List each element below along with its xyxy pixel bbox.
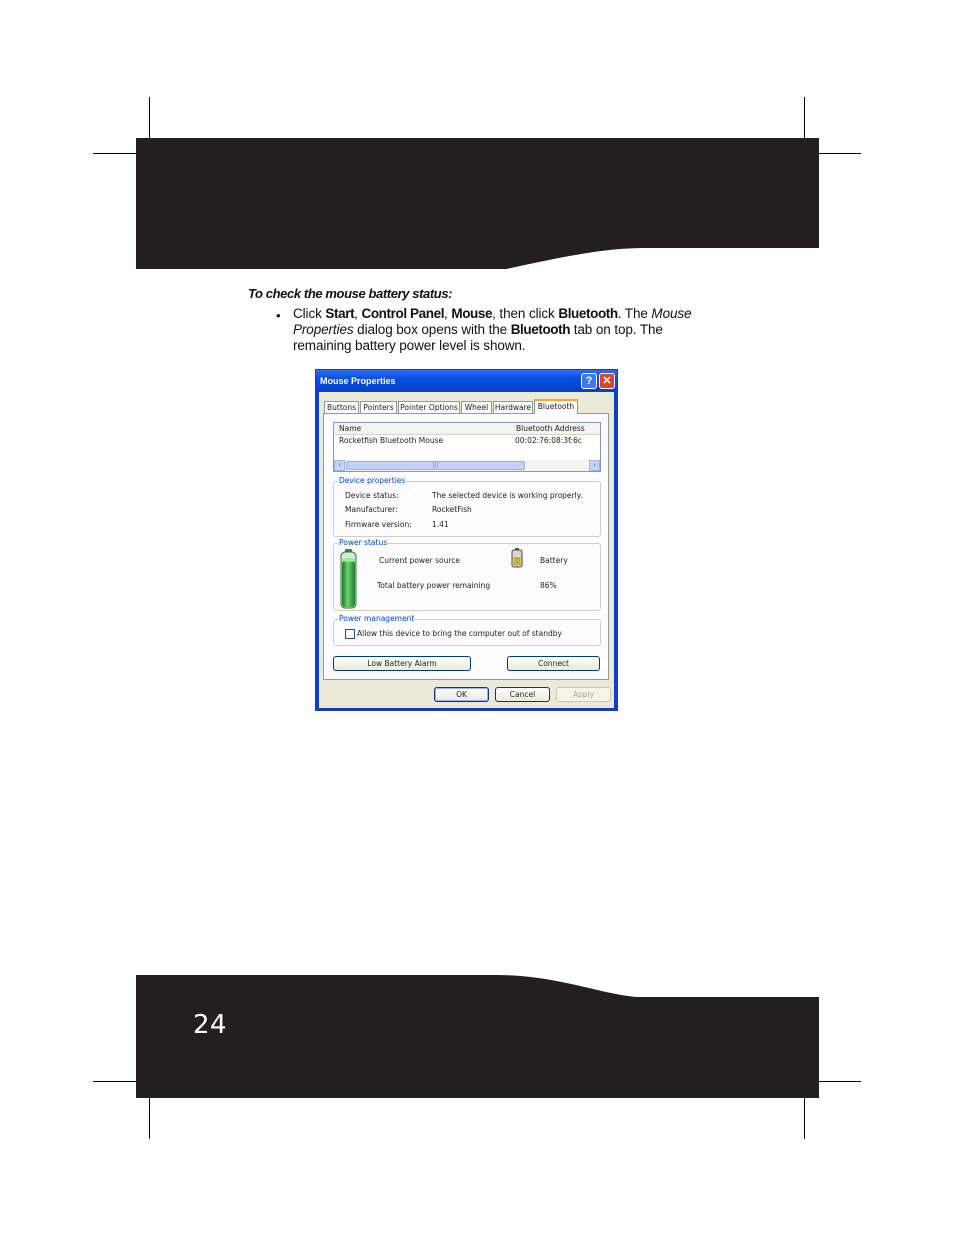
connect-button[interactable]: Connect [507, 656, 600, 671]
step-keyword-bluetooth: Bluetooth [558, 306, 618, 321]
page-number: 24 [193, 1010, 228, 1040]
step-keyword-start: Start [325, 306, 355, 321]
bullet-marker: • [276, 308, 281, 323]
standby-checkbox-label[interactable]: Allow this device to bring the computer … [357, 629, 562, 638]
tab-buttons[interactable]: Buttons [324, 401, 359, 413]
column-header-address[interactable]: Bluetooth Address [516, 424, 585, 433]
battery-remaining-value: 86% [540, 581, 557, 590]
cancel-button[interactable]: Cancel [495, 687, 550, 702]
mouse-properties-dialog: Mouse Properties ? ✕ Buttons Pointers Po… [315, 369, 618, 711]
step-text: . The [617, 306, 652, 321]
device-address: 00:02:76:08:3f:6c [515, 436, 582, 445]
crop-mark-bottom-left-vertical [149, 1097, 150, 1139]
scroll-thumb[interactable]: ||| [346, 461, 525, 470]
crop-mark-top-right-vertical [804, 97, 805, 139]
dialog-client-area: Buttons Pointers Pointer Options Wheel H… [319, 392, 614, 708]
manufacturer-value: RocketFish [432, 505, 472, 514]
step-text: , then click [492, 306, 559, 321]
device-status-label: Device status: [345, 491, 399, 500]
power-source-value: Battery [540, 556, 568, 565]
power-status-group: Power status Current power source Batter… [333, 538, 601, 611]
step-keyword-mouse: Mouse [451, 306, 493, 321]
battery-fill [342, 560, 355, 607]
tab-wheel[interactable]: Wheel [461, 401, 492, 413]
power-status-title: Power status [338, 538, 389, 547]
device-row[interactable]: Rocketfish Bluetooth Mouse 00:02:76:08:3… [334, 435, 600, 446]
tab-pointer-options[interactable]: Pointer Options [398, 401, 460, 413]
scroll-right-icon[interactable]: › [589, 460, 600, 471]
device-properties-title: Device properties [338, 476, 407, 485]
standby-checkbox[interactable] [345, 629, 355, 639]
tab-hardware[interactable]: Hardware [493, 401, 533, 413]
power-management-title: Power management [338, 614, 416, 623]
procedure-heading: To check the mouse battery status: [248, 286, 453, 301]
procedure-step: Click Start, Control Panel, Mouse, then … [293, 306, 703, 354]
device-properties-group: Device properties Device status: The sel… [333, 476, 601, 537]
device-status-value: The selected device is working properly. [432, 491, 583, 500]
power-source-label: Current power source [379, 556, 461, 565]
crop-mark-bottom-right-vertical [804, 1097, 805, 1139]
battery-remaining-label: Total battery power remaining [377, 581, 491, 590]
tab-bluetooth[interactable]: Bluetooth [534, 399, 578, 414]
column-header-name[interactable]: Name [339, 424, 361, 433]
device-name: Rocketfish Bluetooth Mouse [339, 436, 444, 445]
apply-button[interactable]: Apply [556, 687, 611, 702]
step-text: Click [293, 306, 326, 321]
crop-mark-bottom-right-horizontal [819, 1081, 861, 1082]
scroll-left-icon[interactable]: ‹ [334, 460, 345, 471]
firmware-label: Firmware version: [345, 520, 412, 529]
battery-source-icon [511, 548, 523, 568]
crop-mark-top-left-horizontal [93, 153, 136, 154]
low-battery-alarm-button[interactable]: Low Battery Alarm [333, 656, 471, 671]
step-keyword-control-panel: Control Panel [361, 306, 445, 321]
help-button[interactable]: ? [581, 373, 597, 389]
dialog-title: Mouse Properties [320, 376, 396, 386]
close-button[interactable]: ✕ [599, 373, 615, 389]
step-keyword-bluetooth-tab: Bluetooth [510, 322, 571, 337]
bluetooth-tab-panel: Name Bluetooth Address Rocketfish Blueto… [323, 413, 609, 680]
crop-mark-top-left-vertical [149, 97, 150, 139]
footer-band [136, 975, 819, 1098]
crop-mark-top-right-horizontal [819, 153, 861, 154]
power-management-group: Power management Allow this device to br… [333, 614, 601, 646]
ok-button[interactable]: OK [434, 687, 489, 702]
tab-pointers[interactable]: Pointers [360, 401, 397, 413]
crop-mark-bottom-left-horizontal [93, 1081, 136, 1082]
device-list[interactable]: Name Bluetooth Address Rocketfish Blueto… [333, 422, 601, 472]
step-text: dialog box opens with the [353, 322, 511, 337]
device-list-header: Name Bluetooth Address [334, 423, 600, 435]
battery-level-icon [340, 549, 357, 609]
firmware-value: 1.41 [432, 520, 449, 529]
header-band [136, 138, 819, 270]
manufacturer-label: Manufacturer: [345, 505, 398, 514]
horizontal-scrollbar[interactable]: ‹ ||| › [334, 460, 600, 471]
dialog-title-bar[interactable]: Mouse Properties ? ✕ [316, 370, 617, 392]
